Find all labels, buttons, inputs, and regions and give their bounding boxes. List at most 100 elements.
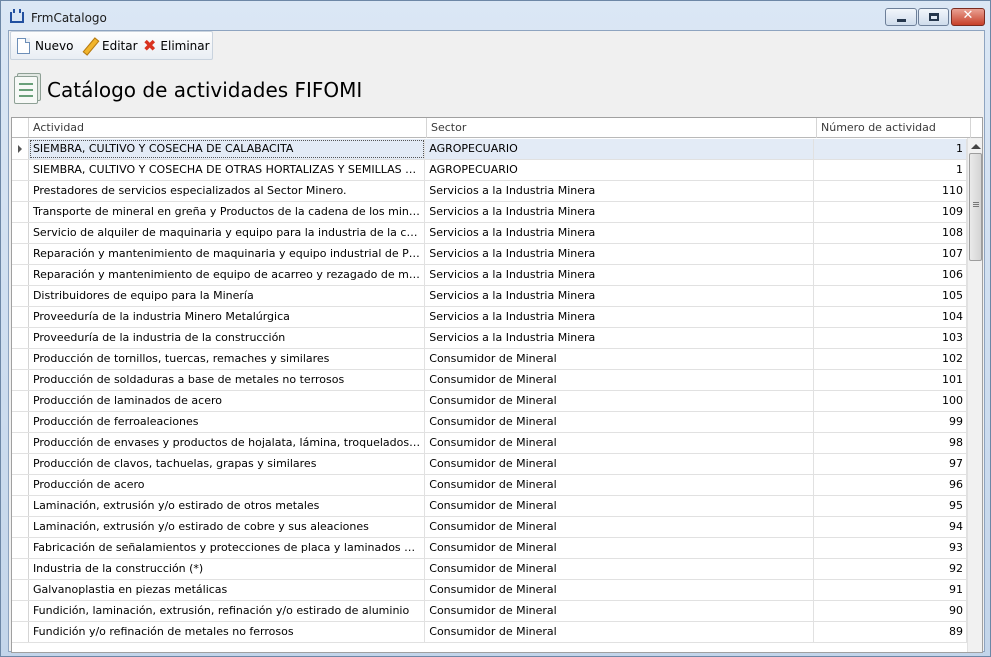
cell-actividad[interactable]: Producción de laminados de acero [29, 391, 426, 411]
table-row[interactable]: Producción de clavos, tachuelas, grapas … [12, 454, 967, 475]
cell-sector[interactable]: Consumidor de Mineral [425, 433, 814, 453]
table-row[interactable]: Producción de acero Consumidor de Mineral… [12, 475, 967, 496]
table-row[interactable]: Industria de la construcción (*) Consumid… [12, 559, 967, 580]
row-header[interactable] [12, 370, 29, 390]
vertical-scrollbar[interactable] [967, 138, 982, 652]
cell-numero[interactable]: 91 [814, 580, 967, 600]
cell-numero[interactable]: 98 [814, 433, 967, 453]
cell-sector[interactable]: AGROPECUARIO [425, 139, 814, 159]
cell-numero[interactable]: 95 [814, 496, 967, 516]
cell-actividad[interactable]: Proveeduría de la industria Minero Metal… [29, 307, 426, 327]
cell-actividad[interactable]: SIEMBRA, CULTIVO Y COSECHA DE CALABACITA [28, 139, 426, 159]
cell-sector[interactable]: Servicios a la Industria Minera [425, 307, 814, 327]
cell-numero[interactable]: 104 [814, 307, 967, 327]
cell-sector[interactable]: Consumidor de Mineral [425, 370, 814, 390]
cell-numero[interactable]: 102 [814, 349, 967, 369]
cell-actividad[interactable]: Fundición y/o refinación de metales no f… [29, 622, 426, 642]
table-row[interactable]: Prestadores de servicios especializados … [12, 181, 967, 202]
row-header[interactable] [12, 433, 29, 453]
activities-grid[interactable]: Actividad Sector Número de actividad SIE… [11, 117, 983, 653]
cell-numero[interactable]: 89 [814, 622, 967, 642]
row-header[interactable] [12, 349, 29, 369]
cell-actividad[interactable]: Producción de envases y productos de hoj… [29, 433, 426, 453]
table-row[interactable]: Producción de laminados de acero Consumid… [12, 391, 967, 412]
cell-sector[interactable]: Consumidor de Mineral [425, 517, 814, 537]
cell-sector[interactable]: Servicios a la Industria Minera [425, 286, 814, 306]
row-header[interactable] [12, 496, 29, 516]
cell-numero[interactable]: 108 [814, 223, 967, 243]
row-header[interactable] [12, 622, 29, 642]
table-row[interactable]: Fundición y/o refinación de metales no f… [12, 622, 967, 643]
row-header[interactable] [12, 454, 29, 474]
row-header-corner[interactable] [12, 118, 29, 137]
cell-actividad[interactable]: Producción de tornillos, tuercas, remach… [29, 349, 426, 369]
close-button[interactable]: ✕ [951, 8, 985, 26]
nuevo-button[interactable]: Nuevo [17, 36, 73, 56]
row-header[interactable] [12, 412, 29, 432]
column-header-sector[interactable]: Sector [427, 118, 817, 138]
table-row[interactable]: Fabricación de señalamientos y proteccio… [12, 538, 967, 559]
row-header[interactable] [12, 139, 29, 159]
row-header[interactable] [12, 328, 29, 348]
cell-numero[interactable]: 107 [814, 244, 967, 264]
table-row[interactable]: Servicio de alquiler de maquinaria y equ… [12, 223, 967, 244]
table-row[interactable]: Proveeduría de la industria de la constr… [12, 328, 967, 349]
maximize-button[interactable] [918, 8, 949, 26]
table-row[interactable]: Producción de ferroaleaciones Consumidor … [12, 412, 967, 433]
cell-sector[interactable]: Servicios a la Industria Minera [425, 223, 814, 243]
cell-numero[interactable]: 109 [814, 202, 967, 222]
cell-actividad[interactable]: Galvanoplastia en piezas metálicas [29, 580, 426, 600]
cell-sector[interactable]: Servicios a la Industria Minera [425, 244, 814, 264]
cell-sector[interactable]: Servicios a la Industria Minera [425, 265, 814, 285]
cell-actividad[interactable]: Distribuidores de equipo para la Minería [29, 286, 426, 306]
cell-sector[interactable]: Servicios a la Industria Minera [425, 328, 814, 348]
row-header[interactable] [12, 265, 29, 285]
cell-actividad[interactable]: Industria de la construcción (*) [29, 559, 426, 579]
editar-button[interactable]: Editar [82, 36, 138, 56]
cell-numero[interactable]: 1 [813, 139, 967, 159]
table-row[interactable]: SIEMBRA, CULTIVO Y COSECHA DE CALABACITA… [12, 139, 967, 160]
cell-actividad[interactable]: Reparación y mantenimiento de maquinaria… [29, 244, 426, 264]
cell-actividad[interactable]: Fabricación de señalamientos y proteccio… [29, 538, 426, 558]
table-row[interactable]: Galvanoplastia en piezas metálicas Consum… [12, 580, 967, 601]
table-row[interactable]: Reparación y mantenimiento de maquinaria… [12, 244, 967, 265]
cell-numero[interactable]: 90 [814, 601, 967, 621]
row-header[interactable] [12, 538, 29, 558]
cell-sector[interactable]: Consumidor de Mineral [425, 391, 814, 411]
column-header-numero[interactable]: Número de actividad [817, 118, 971, 138]
cell-actividad[interactable]: Laminación, extrusión y/o estirado de co… [29, 517, 426, 537]
cell-actividad[interactable]: Producción de acero [29, 475, 426, 495]
row-header[interactable] [12, 307, 29, 327]
cell-actividad[interactable]: Transporte de mineral en greña y Product… [29, 202, 426, 222]
minimize-button[interactable] [885, 8, 917, 26]
row-header[interactable] [12, 286, 29, 306]
cell-sector[interactable]: Servicios a la Industria Minera [425, 181, 814, 201]
cell-numero[interactable]: 100 [814, 391, 967, 411]
scrollbar-thumb[interactable] [969, 153, 982, 261]
row-header[interactable] [12, 244, 29, 264]
table-row[interactable]: Proveeduría de la industria Minero Metal… [12, 307, 967, 328]
cell-numero[interactable]: 105 [814, 286, 967, 306]
row-header[interactable] [12, 223, 29, 243]
table-row[interactable]: Fundición, laminación, extrusión, refina… [12, 601, 967, 622]
column-header-actividad[interactable]: Actividad [29, 118, 427, 138]
cell-sector[interactable]: Consumidor de Mineral [425, 622, 814, 642]
cell-sector[interactable]: Consumidor de Mineral [425, 412, 814, 432]
table-row[interactable]: Distribuidores de equipo para la Minería… [12, 286, 967, 307]
cell-actividad[interactable]: Servicio de alquiler de maquinaria y equ… [29, 223, 426, 243]
table-row[interactable]: Laminación, extrusión y/o estirado de co… [12, 517, 967, 538]
cell-actividad[interactable]: Producción de ferroaleaciones [29, 412, 426, 432]
cell-numero[interactable]: 99 [814, 412, 967, 432]
cell-sector[interactable]: Consumidor de Mineral [425, 580, 814, 600]
cell-actividad[interactable]: Proveeduría de la industria de la constr… [29, 328, 426, 348]
cell-actividad[interactable]: Prestadores de servicios especializados … [29, 181, 426, 201]
cell-numero[interactable]: 103 [814, 328, 967, 348]
cell-actividad[interactable]: Laminación, extrusión y/o estirado de ot… [29, 496, 426, 516]
table-row[interactable]: Transporte de mineral en greña y Product… [12, 202, 967, 223]
row-header[interactable] [12, 601, 29, 621]
cell-sector[interactable]: Consumidor de Mineral [425, 538, 814, 558]
cell-actividad[interactable]: Reparación y mantenimiento de equipo de … [29, 265, 426, 285]
table-row[interactable]: Producción de envases y productos de hoj… [12, 433, 967, 454]
scroll-up-icon[interactable] [971, 144, 981, 149]
cell-actividad[interactable]: SIEMBRA, CULTIVO Y COSECHA DE OTRAS HORT… [29, 160, 426, 180]
